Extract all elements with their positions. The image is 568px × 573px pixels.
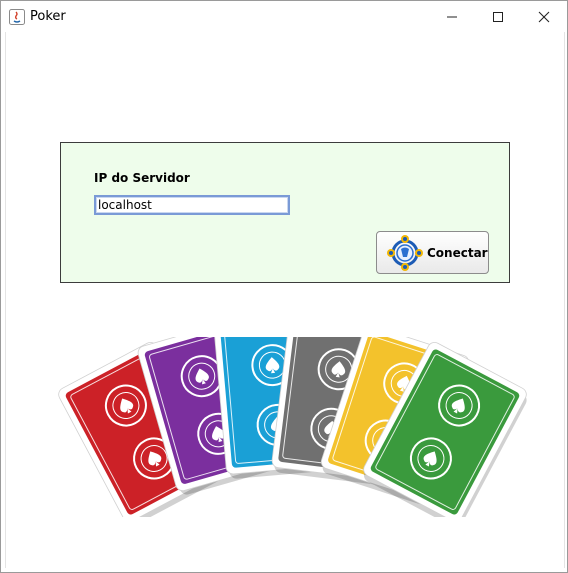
close-button[interactable]	[521, 1, 567, 32]
close-icon	[538, 11, 550, 22]
title-bar: Poker	[1, 1, 567, 32]
connect-button-label: Conectar	[427, 245, 488, 260]
connect-button[interactable]: Conectar	[376, 231, 489, 274]
playing-cards-illustration	[58, 337, 527, 517]
server-ip-input[interactable]	[94, 195, 290, 215]
window-title: Poker	[30, 9, 66, 24]
network-people-icon	[387, 234, 423, 271]
server-ip-label: IP do Servidor	[94, 171, 190, 185]
java-app-icon	[9, 9, 25, 25]
minimize-icon	[447, 16, 457, 17]
maximize-icon	[493, 11, 503, 22]
maximize-button[interactable]	[475, 1, 521, 32]
connection-panel: IP do Servidor Conectar	[60, 142, 510, 283]
app-window: Poker IP do Servidor localhost Conectar	[0, 0, 568, 573]
minimize-button[interactable]	[429, 1, 475, 32]
